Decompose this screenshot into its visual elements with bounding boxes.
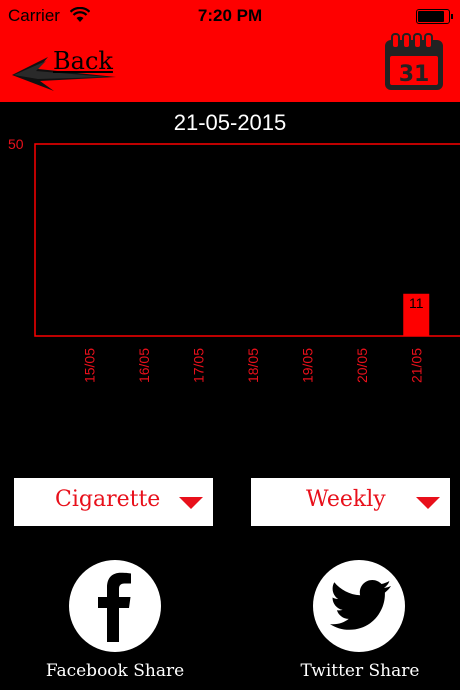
bar-data-label: 11 [409,295,424,311]
back-label: Back [53,47,113,75]
calendar-day: 31 [399,62,430,87]
period-selected-label: Weekly [306,487,386,512]
calendar-icon: 31 [385,33,443,90]
x-tick-label: 15/05 [81,348,97,383]
x-tick-label: 20/05 [354,348,370,383]
twitter-icon [313,560,405,652]
facebook-icon [69,560,161,652]
period-dropdown[interactable]: Weekly [251,478,450,526]
twitter-share-label: Twitter Share [300,661,420,681]
category-selected-label: Cigarette [55,487,161,512]
battery-icon [416,9,453,24]
plot-frame [34,143,460,337]
chevron-down-icon [416,497,440,509]
category-dropdown[interactable]: Cigarette [14,478,213,526]
twitter-share-button[interactable]: Twitter Share [275,560,445,688]
x-tick-label: 17/05 [190,348,206,383]
status-bar: Carrier 7:20 PM [0,0,460,30]
status-time: 7:20 PM [197,6,263,25]
x-tick-label: 19/05 [299,348,315,383]
bar-chart: 50 15/05 16/05 17/05 18/05 19/05 20/05 11 21/05 [8,136,460,383]
x-tick-label: 16/05 [136,348,152,383]
x-tick-label: 18/05 [245,348,261,383]
facebook-share-button[interactable]: Facebook Share [30,560,200,688]
x-tick-label: 21/05 [408,348,424,383]
y-tick-label: 50 [8,136,24,152]
back-button[interactable]: Back [8,45,123,95]
calendar-button[interactable]: 31 [382,32,446,92]
facebook-share-label: Facebook Share [45,661,185,681]
header-bar: Carrier 7:20 PM Back 31 [0,0,460,102]
chevron-down-icon [179,497,203,509]
